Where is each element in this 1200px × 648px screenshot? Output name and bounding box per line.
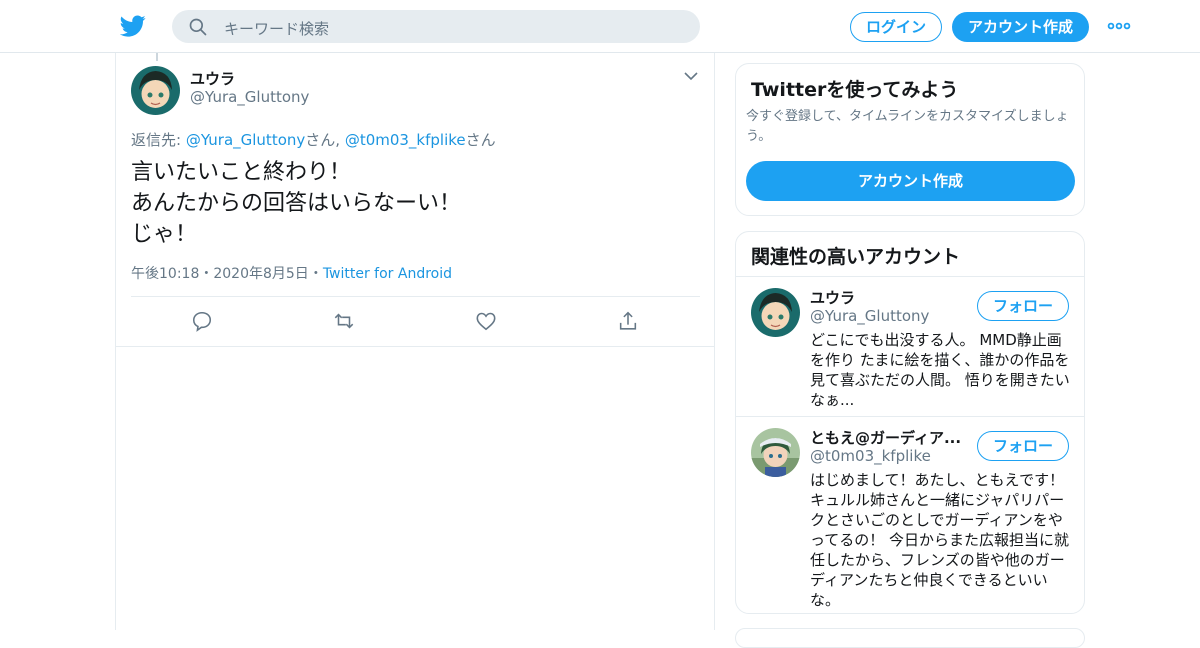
like-icon[interactable] — [475, 310, 497, 332]
signup-card-button[interactable]: アカウント作成 — [746, 161, 1075, 201]
next-card-edge — [735, 628, 1085, 648]
account-handle[interactable]: @Yura_Gluttony — [810, 307, 929, 325]
follow-button[interactable]: フォロー — [977, 431, 1069, 461]
account-bio: はじめまして！あたし、ともえです！キュルル姉さんと一緒にジャパリパークとさいごの… — [810, 471, 1070, 609]
search-placeholder[interactable]: キーワード検索 — [224, 18, 329, 39]
search-icon — [189, 18, 207, 36]
divider — [131, 296, 700, 297]
divider — [116, 346, 714, 347]
related-accounts-card: 関連性の高いアカウント ユウラ @Yura_Gluttony フォロー どこにで… — [735, 231, 1085, 614]
reply-suffix: さん — [465, 131, 496, 149]
tweet-date[interactable]: 2020年8月5日 — [213, 266, 308, 282]
tweet-text-line: じゃ！ — [131, 222, 198, 247]
tweet-text-line: あんたからの回答はいらなーい！ — [131, 191, 462, 216]
tweet-column: ユウラ @Yura_Gluttony 返信先: @Yura_Gluttonyさん… — [115, 53, 715, 630]
signup-card: Twitterを使ってみよう 今すぐ登録して、タイムラインをカスタマイズしましょ… — [735, 63, 1085, 216]
account-name[interactable]: ユウラ — [810, 287, 970, 308]
thread-connector-line — [156, 53, 158, 61]
reply-prefix: 返信先: — [131, 131, 186, 149]
meta-separator: ・ — [199, 266, 214, 282]
follow-button[interactable]: フォロー — [977, 291, 1069, 321]
login-button[interactable]: ログイン — [850, 12, 942, 42]
tweet-author-handle[interactable]: @Yura_Gluttony — [190, 88, 309, 106]
tweet-metadata: 午後10:18・2020年8月5日・Twitter for Android — [131, 263, 452, 283]
chevron-down-icon[interactable] — [683, 70, 699, 82]
more-options-icon[interactable] — [1107, 19, 1131, 33]
tweet-text: 言いたいこと終わり！ あんたからの回答はいらなーい！ じゃ！ — [131, 157, 461, 250]
signup-card-subtitle: 今すぐ登録して、タイムラインをカスタマイズしましょう。 — [746, 109, 1069, 144]
account-bio: どこにでも出没する人。 MMD静止画を作り たまに絵を描く、誰かの作品を見て喜ぶ… — [810, 331, 1070, 409]
account-name[interactable]: ともえ@ガーディア... — [810, 427, 970, 448]
avatar-image — [131, 66, 180, 115]
reply-user-link[interactable]: @Yura_Gluttony — [186, 131, 305, 149]
account-handle[interactable]: @t0m03_kfplike — [810, 447, 931, 465]
reply-user-link[interactable]: @t0m03_kfplike — [345, 131, 466, 149]
avatar[interactable] — [751, 428, 800, 477]
tweet-source-link[interactable]: Twitter for Android — [323, 266, 452, 282]
signup-card-title: Twitterを使ってみよう — [751, 79, 959, 101]
retweet-icon[interactable] — [333, 310, 355, 332]
tweet-text-line: 言いたいこと終わり！ — [131, 160, 352, 185]
avatar[interactable] — [751, 288, 800, 337]
account-item[interactable]: ユウラ @Yura_Gluttony フォロー どこにでも出没する人。 MMD静… — [736, 277, 1084, 417]
account-item[interactable]: ともえ@ガーディア... @t0m03_kfplike フォロー はじめまして！… — [736, 417, 1084, 613]
top-bar: キーワード検索 ログイン アカウント作成 — [0, 0, 1200, 53]
share-icon[interactable] — [617, 310, 639, 332]
avatar-image — [751, 428, 800, 477]
tweet-author-name[interactable]: ユウラ — [190, 68, 235, 89]
avatar[interactable] — [131, 66, 180, 115]
meta-separator: ・ — [308, 266, 323, 282]
avatar-image — [751, 288, 800, 337]
signup-button[interactable]: アカウント作成 — [952, 12, 1089, 42]
twitter-bird-logo[interactable] — [120, 13, 146, 39]
tweet-time[interactable]: 午後10:18 — [131, 266, 199, 282]
reply-icon[interactable] — [191, 310, 213, 332]
search-box[interactable]: キーワード検索 — [172, 10, 700, 43]
reply-suffix: さん, — [305, 131, 345, 149]
related-accounts-title: 関連性の高いアカウント — [751, 246, 961, 268]
reply-to-line: 返信先: @Yura_Gluttonyさん, @t0m03_kfplikeさん — [131, 129, 496, 150]
